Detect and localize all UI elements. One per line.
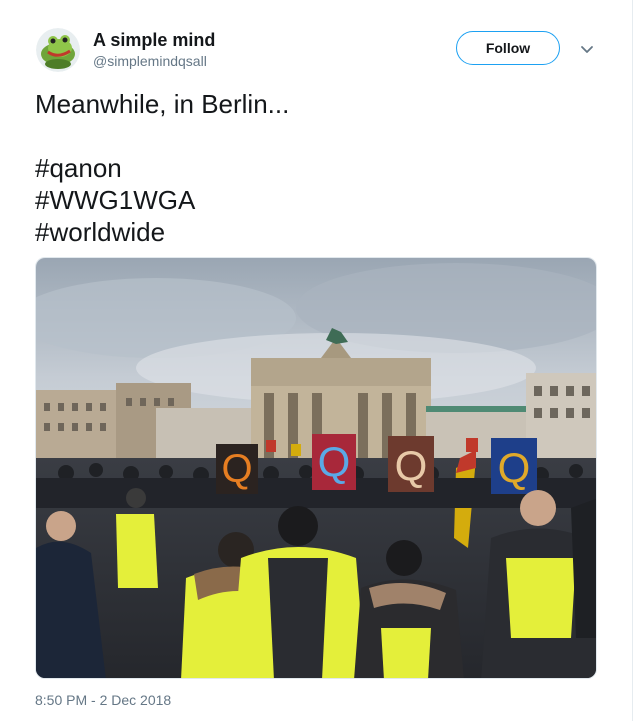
hashtag-link[interactable]: #worldwide	[35, 216, 595, 248]
author-display-name[interactable]: A simple mind	[93, 30, 215, 51]
chevron-down-icon[interactable]	[578, 40, 596, 58]
tweet-card: A simple mind @simplemindqsall Follow Me…	[0, 0, 636, 721]
tweet-timestamp[interactable]: 8:50 PM - 2 Dec 2018	[35, 692, 171, 708]
svg-text:Q: Q	[498, 444, 531, 491]
tweet-photo[interactable]: Q Q Q Q	[35, 257, 597, 679]
svg-text:Q: Q	[318, 438, 351, 485]
hashtag-link[interactable]: #qanon	[35, 152, 595, 184]
frog-avatar-icon	[36, 28, 80, 72]
divider	[632, 0, 633, 721]
author-handle[interactable]: @simplemindqsall	[93, 53, 207, 69]
tweet-text: Meanwhile, in Berlin... #qanon #WWG1WGA …	[35, 88, 595, 248]
follow-button[interactable]: Follow	[456, 31, 560, 65]
q-sign: Q	[491, 438, 537, 494]
q-sign: Q	[388, 436, 434, 492]
tweet-text-line: Meanwhile, in Berlin...	[35, 89, 290, 119]
svg-text:Q: Q	[221, 447, 252, 491]
svg-text:Q: Q	[395, 442, 428, 489]
q-sign: Q	[216, 444, 258, 494]
author-avatar[interactable]	[36, 28, 80, 72]
protest-photo-illustration: Q Q Q Q	[36, 258, 596, 678]
hashtag-link[interactable]: #WWG1WGA	[35, 184, 595, 216]
q-sign: Q	[312, 434, 356, 490]
